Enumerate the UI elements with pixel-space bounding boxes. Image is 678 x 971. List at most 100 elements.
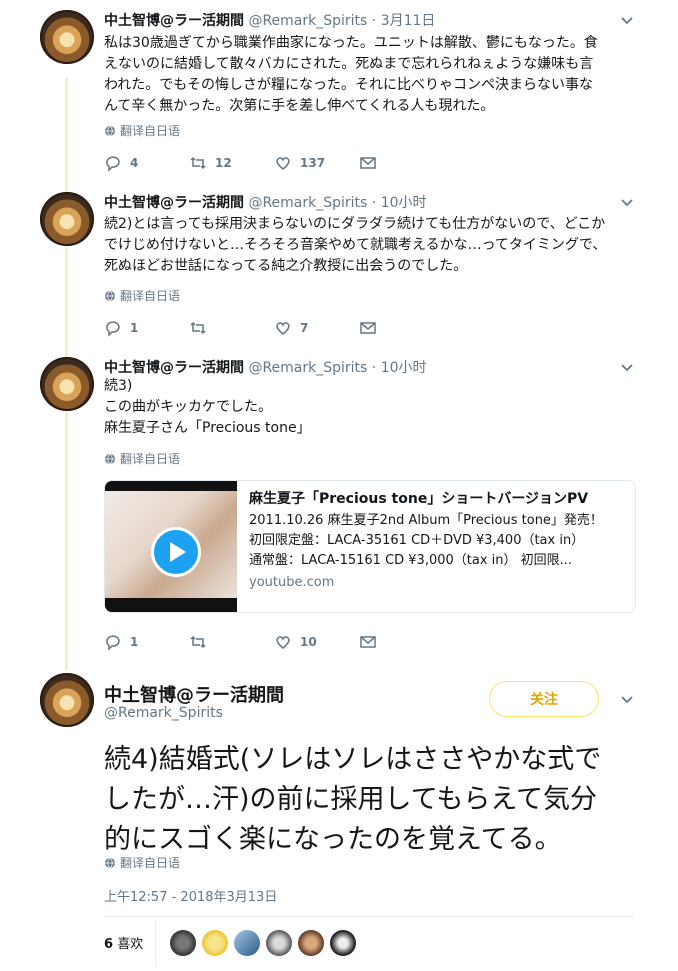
tweet-timestamp[interactable]: 上午12:57 - 2018年3月13日 [104, 886, 277, 905]
translate-link[interactable]: 翻译自日语 [104, 122, 180, 139]
divider [155, 920, 156, 966]
likes-label: 喜欢 [117, 937, 144, 952]
tweet-line: 私は30歳過ぎてから職業作曲家になった。ユニットは解散、鬱にもなった。食 [104, 35, 598, 51]
translate-label[interactable]: 翻译自日语 [120, 450, 180, 467]
letterbox-bottom [105, 598, 237, 612]
avatar[interactable] [170, 930, 196, 956]
tweet-time[interactable]: · 10小时 [372, 360, 427, 376]
tweet-line: 麻生夏子さん「Precious tone」 [104, 420, 311, 436]
tweet-2[interactable]: 中土智博@ラー活期間 @Remark_Spirits · 10小时 続2)とは言… [0, 192, 678, 342]
tweet-line: 続2)とは言っても採用決まらないのにダラダラ続けても仕方がないので、どこか [104, 216, 606, 232]
tweet-text: 私は30歳過ぎてから職業作曲家になった。ユニットは解散、鬱にもなった。食 えない… [104, 33, 598, 117]
user-handle[interactable]: @Remark_Spirits [248, 13, 367, 29]
reply-button[interactable]: 1 [104, 633, 189, 651]
retweet-button[interactable] [189, 633, 274, 651]
avatar[interactable] [40, 357, 94, 411]
user-handle[interactable]: @Remark_Spirits [248, 360, 367, 376]
like-count: 137 [300, 156, 326, 170]
retweet-icon [190, 635, 206, 649]
tweet-text: 続4)結婚式(ソレはソレはささやかな式で したが…汗)の前に採用してもらえて気分… [104, 740, 644, 860]
envelope-icon [360, 322, 376, 334]
tweet-time[interactable]: · 3月11日 [372, 13, 436, 29]
avatar[interactable] [266, 930, 292, 956]
avatar[interactable] [330, 930, 356, 956]
tweet-header: 中土智博@ラー活期間 @Remark_Spirits · 10小时 [104, 192, 427, 212]
translate-link[interactable]: 翻译自日语 [104, 854, 180, 871]
follow-button[interactable]: 关注 [489, 681, 599, 717]
display-name[interactable]: 中土智博@ラー活期間 [104, 360, 244, 376]
envelope-icon [360, 157, 376, 169]
tweet-time[interactable]: · 10小时 [372, 195, 427, 211]
like-button[interactable]: 7 [274, 319, 359, 337]
avatar[interactable] [298, 930, 324, 956]
letterbox-top [105, 481, 237, 491]
heart-icon [276, 157, 290, 170]
display-name[interactable]: 中土智博@ラー活期間 [104, 681, 284, 707]
retweet-button[interactable]: 12 [189, 154, 274, 172]
tweet-actions: 1 10 [104, 633, 444, 651]
link-card[interactable]: 麻生夏子「Precious tone」ショートバージョンPV 2011.10.2… [104, 480, 636, 613]
retweet-icon [190, 156, 206, 170]
reply-count: 1 [130, 635, 139, 649]
tweet-line: えないのに結婚して散々バカにされた。死ぬまで忘れられねぇような嫌味も言 [104, 56, 594, 72]
tweet-1[interactable]: 中土智博@ラー活期間 @Remark_Spirits · 3月11日 私は30歳… [0, 10, 678, 180]
reply-icon [106, 321, 120, 337]
tweet-line: 死ぬほどお世話になってる純之介教授に出会うのでした。 [104, 258, 468, 274]
reply-icon [106, 156, 120, 172]
likes-count: 6 [104, 937, 114, 952]
chevron-down-icon[interactable] [620, 196, 634, 210]
chevron-down-icon[interactable] [620, 14, 634, 28]
globe-icon [105, 453, 115, 464]
heart-icon [276, 636, 290, 649]
globe-icon [105, 857, 115, 868]
video-thumbnail[interactable] [105, 481, 237, 612]
like-count: 7 [300, 321, 309, 335]
dm-button[interactable] [359, 154, 444, 172]
translate-label[interactable]: 翻译自日语 [120, 854, 180, 871]
reply-button[interactable]: 1 [104, 319, 189, 337]
tweet-line: 続3) [104, 378, 133, 394]
tweet-line: んて辛く無かった。次第に手を差し伸べてくれる人も現れた。 [104, 98, 495, 114]
tweet-text: 続2)とは言っても採用決まらないのにダラダラ続けても仕方がないので、どこか でけ… [104, 214, 606, 277]
like-button[interactable]: 137 [274, 154, 359, 172]
avatar[interactable] [40, 673, 94, 727]
like-count: 10 [300, 635, 317, 649]
avatar[interactable] [202, 930, 228, 956]
translate-label[interactable]: 翻译自日语 [120, 122, 180, 139]
card-description: 通常盤：LACA-15161 CD ¥3,000（tax in） 初回限... [249, 553, 573, 568]
user-handle[interactable]: @Remark_Spirits [104, 705, 223, 721]
tweet-header: 中土智博@ラー活期間 @Remark_Spirits · 3月11日 [104, 10, 435, 30]
translate-label[interactable]: 翻译自日语 [120, 287, 180, 304]
retweet-count: 12 [215, 156, 232, 170]
tweet-3[interactable]: 中土智博@ラー活期間 @Remark_Spirits · 10小时 続3) この… [0, 357, 678, 657]
translate-link[interactable]: 翻译自日语 [104, 287, 180, 304]
display-name[interactable]: 中土智博@ラー活期間 [104, 195, 244, 211]
reply-count: 1 [130, 321, 139, 335]
chevron-down-icon[interactable] [620, 361, 634, 375]
tweet-line: われた。でもその悔しさが糧になった。それに比べりゃコンペ決まらない事な [104, 77, 594, 93]
dm-button[interactable] [359, 633, 444, 651]
retweet-button[interactable] [189, 319, 274, 337]
envelope-icon [360, 636, 376, 648]
reply-button[interactable]: 4 [104, 154, 189, 172]
tweet-line: したが…汗)の前に採用してもらえて気分 [104, 784, 598, 815]
card-title: 麻生夏子「Precious tone」ショートバージョンPV [249, 491, 589, 507]
avatar[interactable] [234, 930, 260, 956]
card-body[interactable]: 麻生夏子「Precious tone」ショートバージョンPV 2011.10.2… [237, 481, 635, 612]
play-icon[interactable] [151, 527, 201, 577]
divider [104, 916, 634, 917]
tweet-line: でけじめ付けないと…そろそろ音楽やめて就職考えるかな…ってタイミングで、 [104, 237, 607, 253]
retweet-icon [190, 321, 206, 335]
heart-icon [276, 322, 290, 335]
avatar[interactable] [40, 10, 94, 64]
display-name[interactable]: 中土智博@ラー活期間 [104, 13, 244, 29]
dm-button[interactable] [359, 319, 444, 337]
tweet-line: 続4)結婚式(ソレはソレはささやかな式で [104, 744, 602, 775]
chevron-down-icon[interactable] [620, 693, 634, 707]
tweet-line: この曲がキッカケでした。 [104, 399, 272, 415]
translate-link[interactable]: 翻译自日语 [104, 450, 180, 467]
user-handle[interactable]: @Remark_Spirits [248, 195, 367, 211]
avatar[interactable] [40, 192, 94, 246]
likes-summary[interactable]: 6 喜欢 [104, 933, 143, 952]
like-button[interactable]: 10 [274, 633, 359, 651]
